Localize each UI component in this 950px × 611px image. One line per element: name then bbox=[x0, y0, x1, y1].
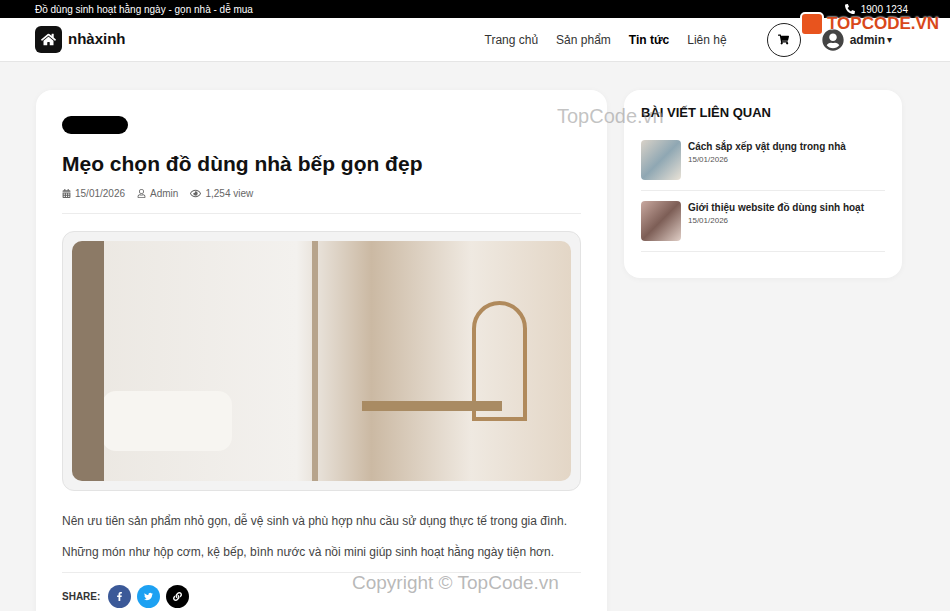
meta-views: 1,254 view bbox=[190, 186, 253, 201]
related-text: Giới thiệu website đồ dùng sinh hoạt15/0… bbox=[688, 201, 864, 241]
user-icon bbox=[822, 29, 844, 51]
paragraph: Nên ưu tiên sản phẩm nhỏ gọn, dễ vệ sinh… bbox=[62, 511, 581, 531]
share-row: SHARE: bbox=[62, 585, 581, 608]
related-card: BÀI VIẾT LIÊN QUAN Cách sắp xếp vật dụng … bbox=[624, 90, 902, 278]
main-nav: Trang chủ Sản phẩm Tin tức Liên hệ bbox=[485, 31, 727, 49]
watermark-logo-icon bbox=[800, 12, 824, 36]
meta-date: 15/01/2026 bbox=[62, 186, 125, 201]
link-icon bbox=[173, 592, 182, 601]
eye-icon bbox=[190, 188, 201, 199]
page: Đồ dùng sinh hoạt hằng ngày - gọn nhà - … bbox=[0, 0, 950, 611]
watermark-logo: TOPCODE.VN bbox=[800, 11, 939, 37]
related-list: Cách sắp xếp vật dụng trong nhà15/01/202… bbox=[641, 130, 885, 252]
article-title: Mẹo chọn đồ dùng nhà bếp gọn đẹp bbox=[62, 150, 581, 178]
related-heading: BÀI VIẾT LIÊN QUAN bbox=[641, 104, 885, 122]
cart-icon bbox=[778, 34, 789, 45]
related-item[interactable]: Giới thiệu website đồ dùng sinh hoạt15/0… bbox=[641, 191, 885, 252]
article-body: Nên ưu tiên sản phẩm nhỏ gọn, dễ vệ sinh… bbox=[62, 511, 581, 562]
watermark-middle: TopCode.vn bbox=[557, 101, 664, 131]
divider bbox=[62, 572, 581, 573]
facebook-button[interactable] bbox=[108, 585, 131, 608]
divider bbox=[62, 213, 581, 214]
related-text: Cách sắp xếp vật dụng trong nhà15/01/202… bbox=[688, 140, 846, 180]
article-image bbox=[72, 241, 571, 481]
logo[interactable]: nhàxinh bbox=[35, 26, 126, 53]
nav-area: Trang chủ Sản phẩm Tin tức Liên hệ admin▾ bbox=[485, 23, 893, 57]
tagline: Đồ dùng sinh hoạt hằng ngày - gọn nhà - … bbox=[35, 2, 253, 17]
nav-item[interactable]: Tin tức bbox=[629, 31, 669, 49]
paragraph: Những món như hộp cơm, kệ bếp, bình nước… bbox=[62, 542, 581, 562]
article-image-frame bbox=[62, 231, 581, 491]
phone[interactable]: 1900 1234 bbox=[845, 2, 908, 17]
header: nhàxinh Trang chủ Sản phẩm Tin tức Liên hệ ad… bbox=[0, 18, 950, 62]
user-menu[interactable]: admin▾ bbox=[822, 29, 892, 51]
related-thumbnail bbox=[641, 140, 681, 180]
related-item[interactable]: Cách sắp xếp vật dụng trong nhà15/01/202… bbox=[641, 130, 885, 191]
logo-icon bbox=[35, 26, 62, 53]
user-icon bbox=[137, 189, 146, 198]
article-card: Mẹo chọn đồ dùng nhà bếp gọn đẹp 15/01/20… bbox=[36, 90, 607, 611]
facebook-icon bbox=[115, 592, 124, 601]
nav-item[interactable]: Liên hệ bbox=[687, 31, 726, 49]
cart-button[interactable] bbox=[767, 23, 801, 57]
top-bar: Đồ dùng sinh hoạt hằng ngày - gọn nhà - … bbox=[0, 0, 950, 18]
meta-author: Admin bbox=[137, 186, 178, 201]
watermark-bottom: Copyright © TopCode.vn bbox=[352, 569, 559, 598]
content: Mẹo chọn đồ dùng nhà bếp gọn đẹp 15/01/20… bbox=[0, 62, 950, 611]
category-badge[interactable] bbox=[62, 116, 128, 134]
related-thumbnail bbox=[641, 201, 681, 241]
nav-item[interactable]: Trang chủ bbox=[485, 31, 539, 49]
twitter-button[interactable] bbox=[137, 585, 160, 608]
calendar-icon bbox=[62, 189, 71, 198]
link-button[interactable] bbox=[166, 585, 189, 608]
phone-icon bbox=[845, 4, 855, 14]
twitter-icon bbox=[144, 592, 153, 601]
nav-item[interactable]: Sản phẩm bbox=[556, 31, 611, 49]
article-meta: 15/01/2026 Admin 1,254 view bbox=[62, 186, 581, 201]
